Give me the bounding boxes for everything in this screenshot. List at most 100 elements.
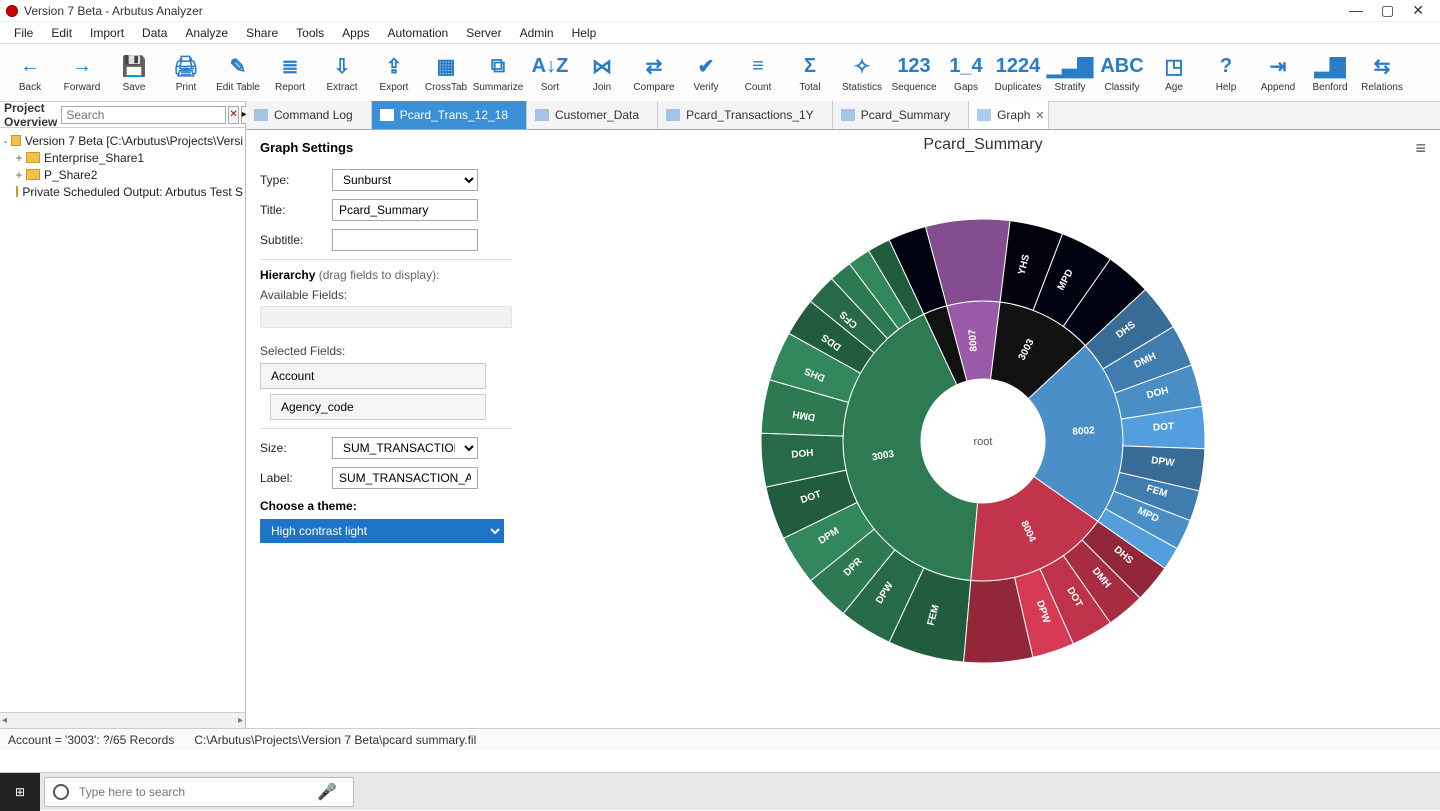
selected-field-agency[interactable]: Agency_code [270, 394, 486, 420]
menu-apps[interactable]: Apps [334, 24, 377, 42]
help-button[interactable]: ?Help [1200, 45, 1252, 101]
tab-pcard-summary[interactable]: Pcard_Summary [833, 101, 969, 129]
close-button[interactable]: ✕ [1412, 2, 1424, 19]
menu-share[interactable]: Share [238, 24, 286, 42]
status-filter: Account = '3003': ?/65 Records [8, 733, 174, 747]
tab-pcard-trans[interactable]: Pcard_Trans_12_18 [372, 101, 527, 129]
sort-button[interactable]: A↓ZSort [524, 45, 576, 101]
tab-customer-data[interactable]: Customer_Data [527, 101, 658, 129]
compare-button[interactable]: ⇄Compare [628, 45, 680, 101]
gaps-button[interactable]: 1_4Gaps [940, 45, 992, 101]
menu-server[interactable]: Server [458, 24, 509, 42]
chart-center-label: root [974, 436, 993, 448]
duplicates-button[interactable]: 1224Duplicates [992, 45, 1044, 101]
summarize-button-icon: ⧉ [483, 52, 513, 80]
clear-search-button[interactable]: ✕ [228, 106, 238, 124]
graph-settings-panel: Graph Settings Type: Sunburst Title: Sub… [246, 130, 526, 728]
title-input[interactable] [332, 199, 478, 221]
export-button[interactable]: ⇪Export [368, 45, 420, 101]
print-button[interactable]: 🖨Print [160, 45, 212, 101]
crosstab-button-icon: ▦ [431, 52, 461, 80]
export-button-icon: ⇪ [379, 52, 409, 80]
selected-field-account[interactable]: Account [260, 363, 486, 389]
hierarchy-hint: (drag fields to display): [319, 268, 440, 282]
minimize-button[interactable]: — [1349, 2, 1363, 19]
size-select[interactable]: SUM_TRANSACTION_AM [332, 437, 478, 459]
tab-icon [535, 109, 549, 121]
back-button[interactable]: ←Back [4, 45, 56, 101]
back-button-icon: ← [15, 52, 45, 80]
subtitle-input[interactable] [332, 229, 478, 251]
graph-settings-heading: Graph Settings [260, 140, 512, 155]
project-overview-title: Project Overview [4, 101, 61, 129]
theme-select[interactable]: High contrast light [260, 519, 504, 543]
statistics-button[interactable]: ✧Statistics [836, 45, 888, 101]
svg-text:DOH: DOH [791, 448, 814, 461]
start-button[interactable]: ⊞ [0, 773, 40, 811]
project-search-input[interactable] [61, 106, 226, 124]
tree-node[interactable]: Private Scheduled Output: Arbutus Test S [2, 183, 243, 200]
menu-automation[interactable]: Automation [380, 24, 457, 42]
menu-tools[interactable]: Tools [288, 24, 332, 42]
tree-scrollbar[interactable]: ◂▸ [0, 712, 245, 728]
save-button[interactable]: 💾Save [108, 45, 160, 101]
tab-close-icon[interactable]: ✕ [1035, 109, 1044, 122]
edit-table-button[interactable]: ✎Edit Table [212, 45, 264, 101]
total-button[interactable]: ΣTotal [784, 45, 836, 101]
verify-button[interactable]: ✔Verify [680, 45, 732, 101]
menu-file[interactable]: File [6, 24, 41, 42]
stratify-button[interactable]: ▁▃▇Stratify [1044, 45, 1096, 101]
tab-command-log[interactable]: Command Log [246, 101, 372, 129]
forward-button[interactable]: →Forward [56, 45, 108, 101]
report-button[interactable]: ≣Report [264, 45, 316, 101]
menu-import[interactable]: Import [82, 24, 132, 42]
forward-button-icon: → [67, 52, 97, 80]
total-button-icon: Σ [795, 52, 825, 80]
append-button[interactable]: ⇥Append [1252, 45, 1304, 101]
relations-button[interactable]: ⇆Relations [1356, 45, 1408, 101]
menu-analyze[interactable]: Analyze [177, 24, 236, 42]
relations-button-icon: ⇆ [1367, 52, 1397, 80]
count-button[interactable]: ≡Count [732, 45, 784, 101]
sequence-button[interactable]: 123Sequence [888, 45, 940, 101]
join-button[interactable]: ⋈Join [576, 45, 628, 101]
sunburst-chart[interactable]: 3003FEMDPWDPRDPMDOTDOHDMHDHSDDSCFS800730… [743, 201, 1223, 681]
available-fields-dropzone[interactable] [260, 306, 512, 328]
tree-node[interactable]: +P_Share2 [2, 166, 243, 183]
taskbar-search[interactable]: Type here to search 🎤 [44, 777, 354, 807]
menu-help[interactable]: Help [564, 24, 605, 42]
hierarchy-label: Hierarchy [260, 268, 315, 282]
project-overview-panel: Project Overview ✕ ▸ -Version 7 Beta [C:… [0, 102, 246, 728]
classify-button[interactable]: ABCClassify [1096, 45, 1148, 101]
crosstab-button[interactable]: ▦CrossTab [420, 45, 472, 101]
stratify-button-icon: ▁▃▇ [1055, 52, 1085, 80]
status-bar: Account = '3003': ?/65 Records C:\Arbutu… [0, 728, 1440, 750]
menu-bar: FileEditImportDataAnalyzeShareToolsAppsA… [0, 22, 1440, 44]
extract-button[interactable]: ⇩Extract [316, 45, 368, 101]
type-select[interactable]: Sunburst [332, 169, 478, 191]
tab-pcard-1y[interactable]: Pcard_Transactions_1Y [658, 101, 833, 129]
tree-node[interactable]: +Enterprise_Share1 [2, 149, 243, 166]
menu-edit[interactable]: Edit [43, 24, 80, 42]
project-tree[interactable]: -Version 7 Beta [C:\Arbutus\Projects\Ver… [0, 128, 245, 204]
toolbar: ←Back→Forward💾Save🖨Print✎Edit Table≣Repo… [0, 44, 1440, 102]
app-icon [6, 5, 18, 17]
chart-menu-icon[interactable]: ≡ [1415, 138, 1426, 159]
tree-node[interactable]: -Version 7 Beta [C:\Arbutus\Projects\Ver… [2, 132, 243, 149]
windows-taskbar: ⊞ Type here to search 🎤 [0, 772, 1440, 810]
tab-icon [841, 109, 855, 121]
edit-table-button-icon: ✎ [223, 52, 253, 80]
benford-button[interactable]: ▂▇Benford [1304, 45, 1356, 101]
mic-icon[interactable]: 🎤 [317, 782, 337, 802]
summarize-button[interactable]: ⧉Summarize [472, 45, 524, 101]
menu-data[interactable]: Data [134, 24, 175, 42]
status-path: C:\Arbutus\Projects\Version 7 Beta\pcard… [194, 733, 476, 747]
tab-graph[interactable]: Graph✕ [969, 101, 1049, 129]
title-label: Title: [260, 203, 332, 217]
maximize-button[interactable]: ▢ [1381, 2, 1394, 19]
available-fields-label: Available Fields: [260, 288, 512, 302]
age-button[interactable]: ◳Age [1148, 45, 1200, 101]
append-button-icon: ⇥ [1263, 52, 1293, 80]
label-input[interactable] [332, 467, 478, 489]
menu-admin[interactable]: Admin [512, 24, 562, 42]
